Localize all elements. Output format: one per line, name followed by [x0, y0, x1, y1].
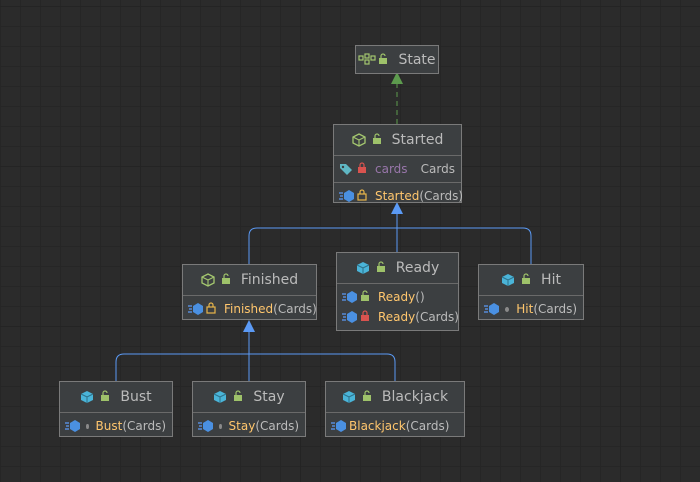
constructor-icon: [484, 302, 499, 316]
method-row[interactable]: Ready (Cards): [337, 307, 459, 327]
method-params: (): [415, 290, 425, 304]
method-row[interactable]: Blackjack (Cards): [326, 416, 464, 436]
method-name: Blackjack: [349, 419, 406, 433]
method-name: Started: [375, 189, 420, 203]
constructor-icon: [198, 419, 213, 433]
class-node-finished[interactable]: Finished Finished (Cards): [182, 264, 317, 320]
unlock-icon: [100, 390, 114, 404]
package-private-icon: [219, 423, 222, 429]
method-params: (Cards): [255, 419, 299, 433]
package-private-icon: [86, 423, 89, 429]
method-row[interactable]: Hit (Cards): [479, 299, 583, 319]
methods-section: Finished (Cards): [183, 295, 317, 322]
fields-section: cards Cards: [334, 155, 461, 182]
method-name: Stay: [228, 419, 256, 433]
constructor-icon: [342, 310, 357, 324]
class-node-blackjack[interactable]: Blackjack Blackjack (Cards): [325, 381, 465, 437]
method-row[interactable]: Ready(): [337, 287, 458, 307]
field-tag-icon: [339, 162, 353, 176]
class-icon: [501, 273, 515, 287]
class-node-ready[interactable]: Ready Ready() Ready (Cards): [336, 252, 459, 331]
class-node-hit[interactable]: Hit Hit (Cards): [478, 264, 584, 320]
unlock-icon: [221, 273, 235, 287]
methods-section: Bust (Cards): [60, 412, 172, 439]
private-lock-icon: [360, 310, 374, 324]
methods-section: Ready() Ready (Cards): [337, 283, 459, 330]
method-params: (Cards): [273, 302, 317, 316]
private-lock-icon: [357, 162, 371, 176]
constructor-icon: [342, 290, 357, 304]
methods-section: Hit (Cards): [479, 295, 583, 322]
class-node-bust[interactable]: Bust Bust (Cards): [59, 381, 173, 437]
method-row[interactable]: Started (Cards): [334, 186, 464, 206]
public-unlock-icon: [360, 290, 374, 304]
class-title: Finished: [240, 272, 299, 288]
class-icon: [342, 390, 356, 404]
unlock-icon: [362, 390, 376, 404]
edge-blackjack-extends-finished: [249, 353, 396, 381]
method-row[interactable]: Finished (Cards): [183, 299, 317, 319]
package-private-icon: [505, 306, 510, 312]
method-name: Hit: [516, 302, 534, 316]
field-name: cards: [375, 162, 408, 176]
method-name: Bust: [95, 419, 123, 433]
edge-bust-extends-finished: [115, 353, 249, 381]
unlock-icon: [521, 273, 535, 287]
method-name: Ready: [378, 310, 416, 324]
uml-class-diagram: State Started cards Cards Started (Cards…: [0, 0, 700, 482]
method-params: (Cards): [405, 419, 450, 433]
class-title: Ready: [395, 260, 440, 276]
class-icon: [80, 390, 94, 404]
unlock-icon: [378, 52, 392, 67]
abstract-class-icon: [201, 273, 215, 287]
interface-icon: [358, 52, 377, 67]
class-title: Blackjack: [381, 389, 449, 405]
methods-section: Started (Cards): [334, 182, 464, 209]
unlock-icon: [376, 261, 390, 275]
protected-lock-icon: [206, 302, 220, 316]
class-node-started[interactable]: Started cards Cards Started (Cards): [333, 124, 463, 203]
class-title: Started: [391, 132, 444, 148]
class-icon: [213, 390, 227, 404]
methods-section: Stay (Cards): [193, 412, 305, 439]
class-node-state[interactable]: State: [355, 45, 439, 74]
method-name: Finished: [224, 302, 274, 316]
method-row[interactable]: Bust (Cards): [60, 416, 172, 436]
field-row[interactable]: cards Cards: [334, 159, 461, 179]
constructor-icon: [339, 189, 354, 203]
class-title: Hit: [541, 272, 561, 288]
class-title: Stay: [253, 389, 285, 405]
methods-section: Blackjack (Cards): [326, 412, 464, 439]
unlock-icon: [233, 390, 247, 404]
class-title: State: [398, 51, 436, 68]
unlock-icon: [372, 133, 386, 147]
method-params: (Cards): [415, 310, 459, 324]
protected-lock-icon: [357, 189, 371, 203]
method-params: (Cards): [419, 189, 464, 203]
method-params: (Cards): [122, 419, 166, 433]
class-title: Bust: [120, 389, 152, 405]
constructor-icon: [331, 419, 346, 433]
constructor-icon: [65, 419, 80, 433]
abstract-class-icon: [351, 133, 366, 147]
constructor-icon: [188, 302, 203, 316]
field-type: Cards: [420, 162, 455, 176]
class-icon: [356, 261, 370, 275]
method-row[interactable]: Stay (Cards): [193, 416, 305, 436]
class-node-stay[interactable]: Stay Stay (Cards): [192, 381, 306, 437]
method-name: Ready: [378, 290, 416, 304]
method-params: (Cards): [533, 302, 577, 316]
